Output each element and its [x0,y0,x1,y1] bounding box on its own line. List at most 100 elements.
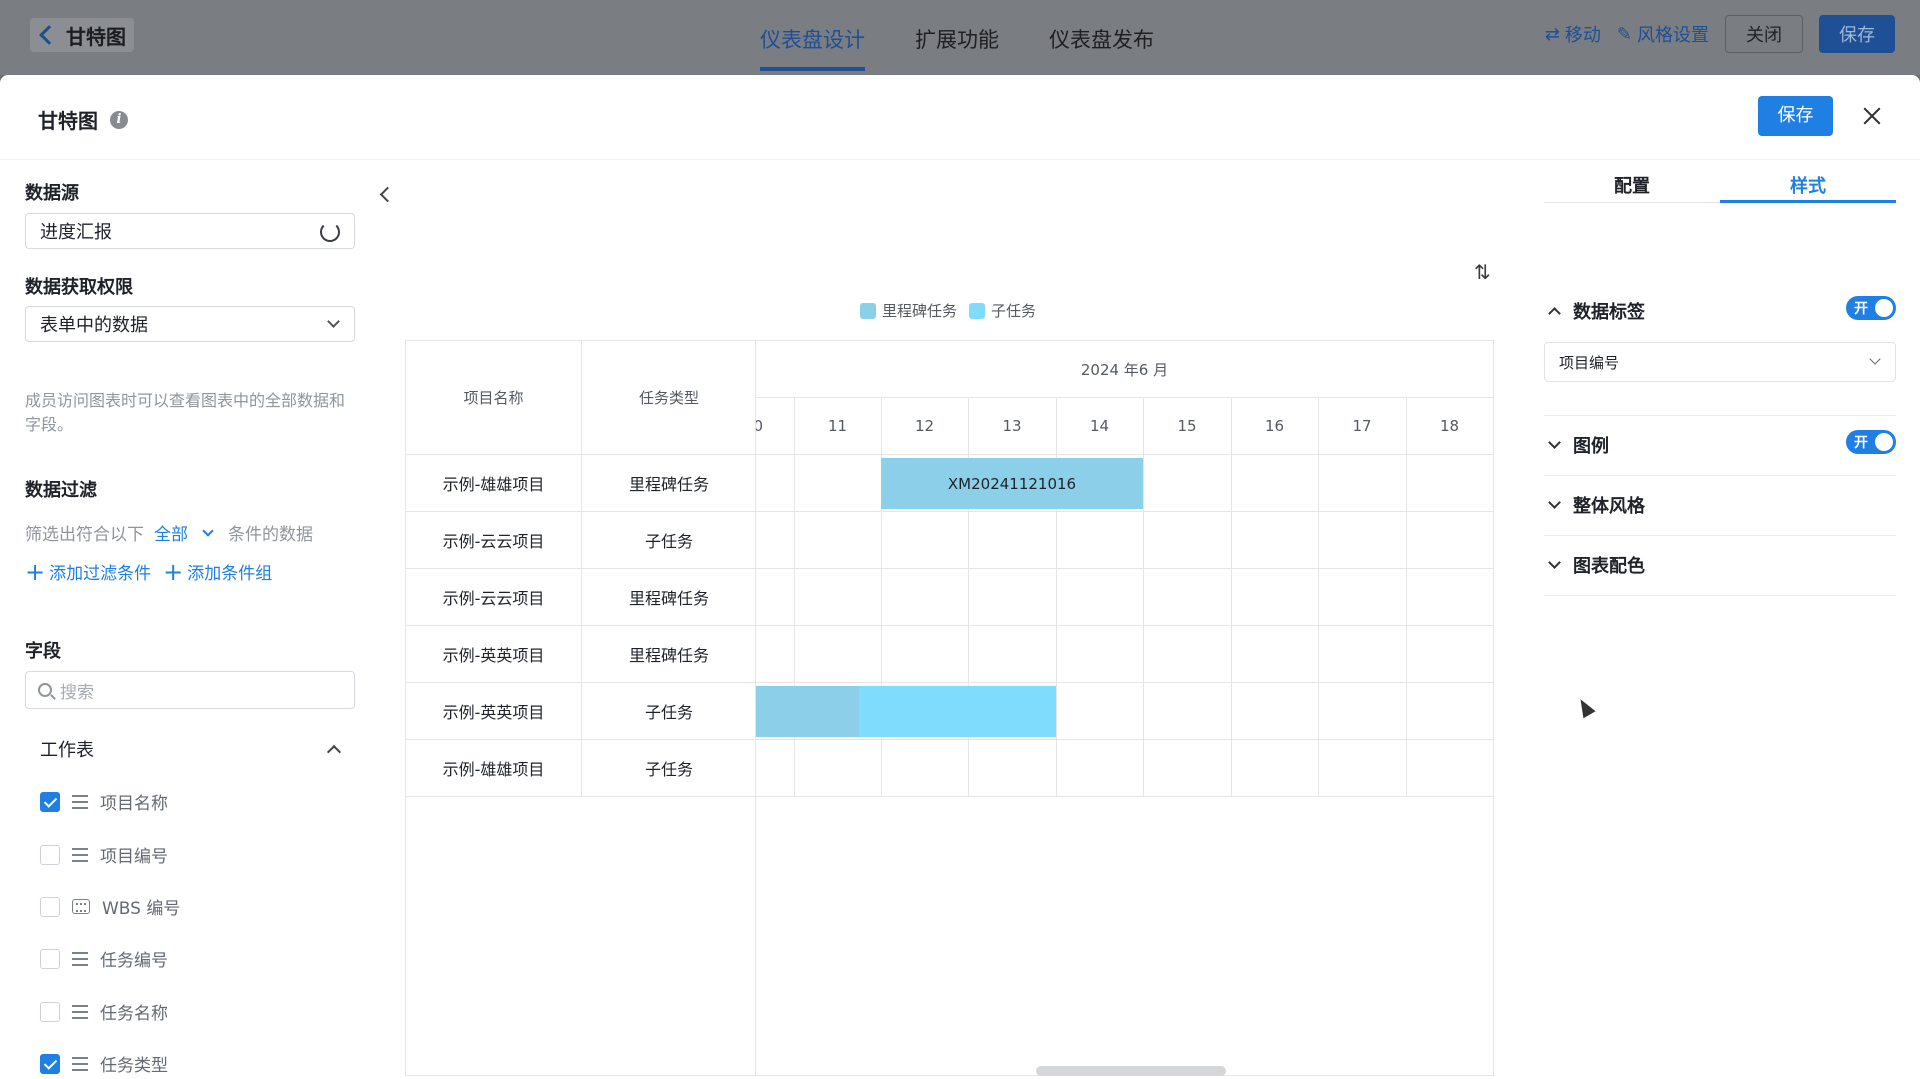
filter-mode-select[interactable]: 全部 [154,520,188,545]
row-type: 子任务 [581,512,756,569]
search-placeholder: 搜索 [60,682,94,703]
legend-swatch [969,302,986,319]
field-group-name: 工作表 [40,740,94,761]
legend-label: 子任务 [991,302,1037,320]
text-lines-icon [72,1004,88,1019]
sort-icon[interactable]: ⇅ [1474,260,1491,284]
overall-style-section[interactable]: 整体风格 [1544,492,1896,518]
gantt-chart: 项目名称 任务类型 示例-雄雄项目 里程碑任务 示例-云云项目 子任务 示例-云… [405,340,1494,1076]
tab-style[interactable]: 样式 [1720,160,1896,203]
divider [1544,475,1896,476]
field-item[interactable]: WBS 编号 [40,894,180,919]
row-project: 示例-雄雄项目 [406,455,581,512]
data-label-toggle[interactable]: 开 [1846,296,1896,320]
tab-dashboard-design[interactable]: 仪表盘设计 [760,0,865,75]
filter-suffix: 条件的数据 [228,525,313,545]
data-label-field-value: 项目编号 [1559,353,1620,372]
row-type: 里程碑任务 [581,626,756,683]
keyboard-icon [72,899,90,914]
add-filter-button[interactable]: + 添加过滤条件 [25,559,151,585]
month-header: 2024 年6 月 [756,341,1493,398]
info-icon[interactable]: i [110,110,128,129]
day-header: 15 [1143,398,1231,455]
chevron-up-icon[interactable] [326,744,342,760]
row-project: 示例-云云项目 [406,512,581,569]
chart-color-section[interactable]: 图表配色 [1544,552,1896,578]
day-header: 18 [1406,398,1493,455]
dashboard-title: 甘特图 [66,24,126,49]
permission-select[interactable]: 表单中的数据 [25,306,355,342]
back-button[interactable]: 甘特图 [30,18,134,52]
field-checkbox[interactable] [40,1053,60,1074]
top-nav: 仪表盘设计 扩展功能 仪表盘发布 [760,0,1154,75]
modal-save-button[interactable]: 保存 [1758,96,1833,136]
horizontal-scrollbar[interactable] [1036,1066,1226,1076]
field-checkbox[interactable] [40,1001,60,1022]
modal-header: 甘特图 i 保存 [0,75,1920,160]
field-checkbox[interactable] [40,791,60,812]
text-lines-icon [72,847,88,862]
field-item[interactable]: 项目名称 [40,789,168,814]
panel-tabs: 配置 样式 [1544,160,1896,203]
field-label: 项目名称 [100,794,168,814]
gantt-bar[interactable] [859,686,1056,737]
brush-icon: ✎ [1616,23,1632,45]
collapse-left-panel-button[interactable] [372,170,398,220]
save-dashboard-button[interactable]: 保存 [1819,15,1895,53]
field-checkbox[interactable] [40,844,60,865]
field-checkbox[interactable] [40,948,60,969]
legend-item[interactable]: 里程碑任务 [860,300,957,321]
tab-config[interactable]: 配置 [1544,160,1720,202]
gantt-bar[interactable]: XM20241121016 [881,458,1143,509]
field-item[interactable]: 任务名称 [40,999,168,1024]
data-label-section[interactable]: 数据标签 开 [1544,296,1896,324]
divider [1544,595,1896,596]
field-item[interactable]: 任务编号 [40,946,168,971]
add-group-button[interactable]: + 添加条件组 [163,559,272,585]
permission-title: 数据获取权限 [25,277,133,298]
field-checkbox[interactable] [40,896,60,917]
field-label: 任务类型 [100,1056,168,1076]
field-group-header[interactable]: 工作表 [40,736,345,762]
close-icon[interactable] [1857,101,1887,131]
permission-help: 成员访问图表时可以查看图表中的全部数据和字段。 [25,391,346,434]
gantt-bar[interactable] [756,686,859,737]
tab-dashboard-publish[interactable]: 仪表盘发布 [1049,0,1154,75]
datasource-select[interactable]: 进度汇报 [25,213,355,249]
chevron-down-icon [327,315,340,328]
field-label: 项目编号 [100,847,168,867]
field-item[interactable]: 任务类型 [40,1051,168,1076]
top-actions: ⇄ 移动 ✎ 风格设置 关闭 保存 [1545,15,1895,53]
field-label: 任务名称 [100,1004,168,1024]
overall-style-title: 整体风格 [1573,496,1645,517]
toggle-label: 开 [1854,301,1868,317]
move-button[interactable]: ⇄ 移动 [1545,21,1601,47]
grid-line [581,455,582,797]
grid-line [756,682,1493,683]
field-item[interactable]: 项目编号 [40,842,168,867]
legend-item[interactable]: 子任务 [969,300,1036,321]
datasource-title: 数据源 [25,183,79,204]
legend-swatch [860,302,876,319]
chevron-left-icon [39,25,59,45]
chevron-down-icon[interactable] [202,524,214,537]
close-dashboard-button[interactable]: 关闭 [1725,15,1803,53]
chevron-down-icon [1548,436,1561,449]
day-header: 16 [1231,398,1318,455]
tab-extensions[interactable]: 扩展功能 [915,0,999,75]
modal-title-text: 甘特图 [38,109,98,133]
grid-line [756,796,1493,797]
refresh-icon[interactable] [320,222,340,242]
left-config-panel: 数据源 进度汇报 数据获取权限 表单中的数据 成员访问图表时可以查看图表中的全部… [0,160,380,1079]
legend-toggle[interactable]: 开 [1846,430,1896,454]
field-search-input[interactable]: 搜索 [25,671,355,709]
style-settings-button[interactable]: ✎ 风格设置 [1617,21,1709,47]
legend-section[interactable]: 图例 开 [1544,430,1896,458]
move-label: 移动 [1564,25,1601,46]
chevron-up-icon [1548,307,1561,320]
data-label-field-select[interactable]: 项目编号 [1544,342,1896,382]
field-label: WBS 编号 [102,899,181,919]
row-project: 示例-英英项目 [406,683,581,740]
grid-line [1143,398,1144,797]
permission-value: 表单中的数据 [40,315,148,336]
